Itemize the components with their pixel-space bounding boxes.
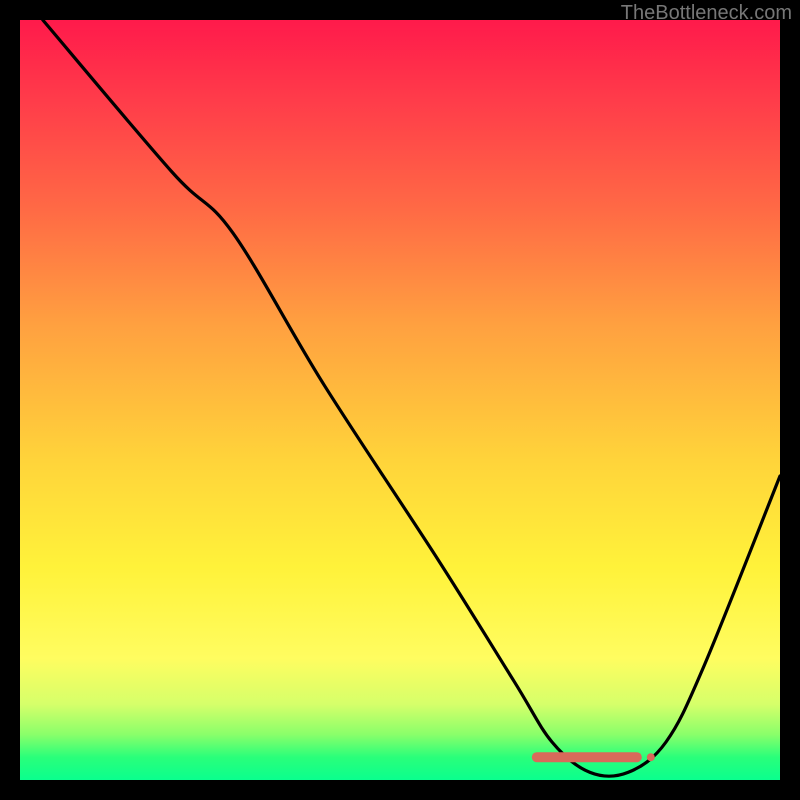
- watermark-text: TheBottleneck.com: [621, 2, 792, 25]
- optimum-marker-dot: [647, 753, 655, 761]
- chart-svg: [20, 20, 780, 780]
- plot-area: [20, 20, 780, 780]
- bottleneck-curve: [43, 20, 780, 776]
- chart-canvas: TheBottleneck.com: [0, 0, 800, 800]
